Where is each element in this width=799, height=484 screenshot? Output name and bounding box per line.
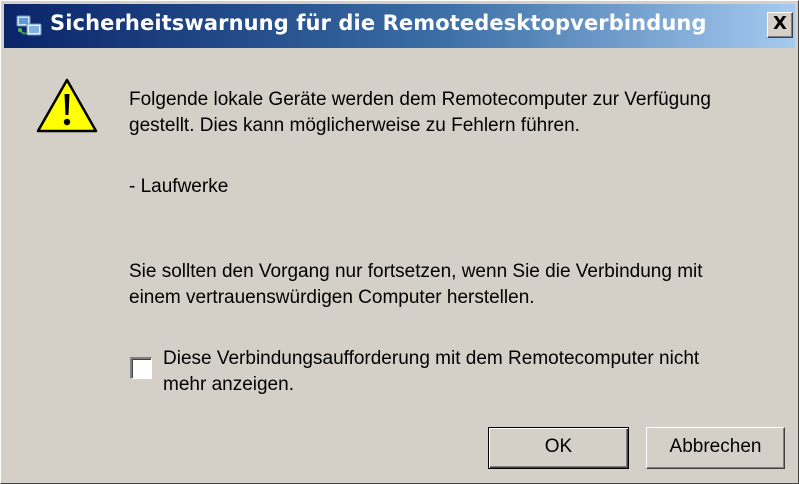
close-button[interactable]: X bbox=[767, 12, 793, 38]
title-bar[interactable]: Sicherheitswarnung für die Remotedesktop… bbox=[4, 4, 795, 48]
dont-show-again-label[interactable]: Diese Verbindungsaufforderung mit dem Re… bbox=[163, 346, 699, 398]
info-message-line: gestellt. Dies kann möglicherweise zu Fe… bbox=[129, 115, 580, 136]
checkbox-label-line: mehr anzeigen. bbox=[163, 374, 294, 395]
info-message: Folgende lokale Geräte werden dem Remote… bbox=[129, 87, 711, 139]
info-message-line: Folgende lokale Geräte werden dem Remote… bbox=[129, 89, 711, 110]
security-warning-dialog: Sicherheitswarnung für die Remotedesktop… bbox=[0, 0, 799, 484]
ok-button[interactable]: OK bbox=[488, 427, 629, 469]
device-list-item: - Laufwerke bbox=[129, 176, 229, 197]
advice-message-line: Sie sollten den Vorgang nur fortsetzen, … bbox=[129, 261, 703, 282]
warning-triangle-icon bbox=[36, 78, 98, 133]
checkbox-label-line: Diese Verbindungsaufforderung mit dem Re… bbox=[163, 348, 700, 369]
cancel-button[interactable]: Abbrechen bbox=[646, 427, 785, 469]
advice-message-line: einem vertrauenswürdigen Computer herste… bbox=[129, 287, 535, 308]
dialog-title: Sicherheitswarnung für die Remotedesktop… bbox=[50, 11, 707, 35]
remote-desktop-icon bbox=[16, 15, 42, 36]
dont-show-again-checkbox[interactable] bbox=[130, 357, 152, 379]
advice-message: Sie sollten den Vorgang nur fortsetzen, … bbox=[129, 259, 703, 311]
